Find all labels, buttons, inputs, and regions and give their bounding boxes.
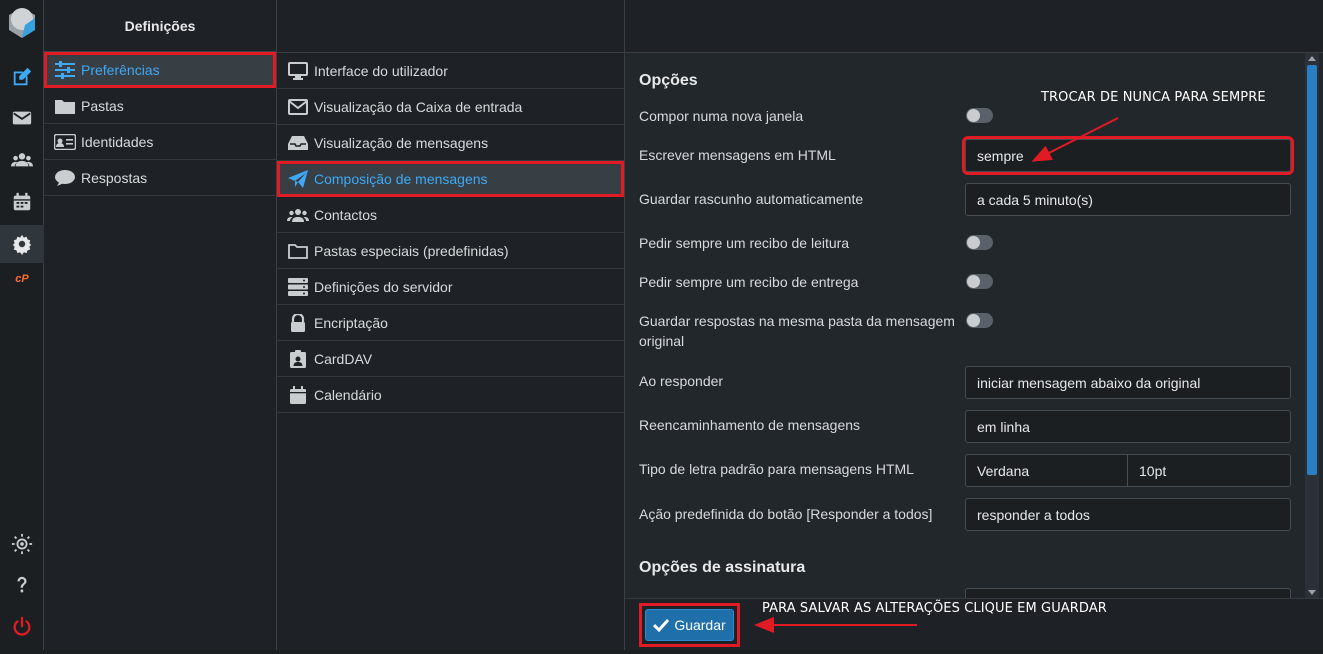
chat-bubble-icon — [54, 167, 76, 189]
section-item-contacts[interactable]: Contactos — [277, 197, 624, 233]
cpanel-icon[interactable]: cP — [0, 260, 44, 298]
settings-item-identities[interactable]: Identidades — [44, 124, 276, 160]
section-item-label: Encriptação — [314, 314, 388, 331]
address-card-icon — [287, 348, 309, 370]
envelope-icon — [287, 96, 309, 118]
section-item-special-folders[interactable]: Pastas especiais (predefinidas) — [277, 233, 624, 269]
section-item-label: Composição de mensagens — [314, 170, 488, 187]
preferences-form-panel: Opções Compor numa nova janela Escrever … — [625, 0, 1323, 654]
section-item-encryption[interactable]: Encriptação — [277, 305, 624, 341]
section-item-inbox-view[interactable]: Visualização da Caixa de entrada — [277, 89, 624, 125]
settings-item-label: Identidades — [81, 133, 154, 150]
section-item-label: Visualização da Caixa de entrada — [314, 98, 523, 115]
settings-app: cP Definições Preferências Pastas Identi… — [0, 0, 1323, 654]
section-item-label: CardDAV — [314, 350, 373, 367]
calendar-icon[interactable] — [0, 183, 44, 221]
section-item-interface[interactable]: Interface do utilizador — [277, 53, 624, 89]
annotation-arrows — [754, 117, 1119, 633]
section-item-label: Calendário — [314, 386, 382, 403]
settings-item-preferences[interactable]: Preferências — [44, 52, 276, 88]
settings-item-label: Pastas — [81, 97, 124, 114]
settings-gear-icon[interactable] — [0, 225, 44, 263]
section-item-message-view[interactable]: Visualização de mensagens — [277, 125, 624, 161]
section-item-label: Definições do servidor — [314, 278, 453, 295]
icon-rail: cP — [0, 0, 44, 654]
arrow-to-html-select — [1031, 117, 1119, 162]
monitor-icon — [287, 60, 309, 82]
section-item-calendar[interactable]: Calendário — [277, 377, 624, 413]
folder-icon — [54, 95, 76, 117]
panel-header — [277, 0, 624, 53]
settings-item-label: Preferências — [81, 61, 160, 78]
section-item-server-settings[interactable]: Definições do servidor — [277, 269, 624, 305]
compose-icon[interactable] — [0, 58, 44, 96]
paper-plane-icon — [287, 168, 309, 190]
panel-title: Definições — [44, 0, 276, 52]
users-icon — [287, 204, 309, 226]
settings-item-label: Respostas — [81, 169, 148, 186]
server-icon — [287, 276, 309, 298]
section-item-label: Pastas especiais (predefinidas) — [314, 242, 509, 259]
window-bottom-edge — [0, 650, 1323, 654]
contacts-icon[interactable] — [0, 141, 44, 179]
section-item-label: Visualização de mensagens — [314, 134, 489, 151]
section-item-label: Contactos — [314, 206, 378, 223]
id-card-icon — [54, 131, 76, 153]
theme-toggle-icon[interactable] — [0, 525, 44, 563]
help-icon[interactable] — [0, 566, 44, 604]
settings-item-responses[interactable]: Respostas — [44, 160, 276, 196]
section-item-message-composition[interactable]: Composição de mensagens — [277, 161, 624, 197]
preferences-sections-panel: Interface do utilizador Visualização da … — [277, 0, 625, 654]
sliders-icon — [54, 59, 76, 81]
folder-outline-icon — [287, 240, 309, 262]
cpanel-label: cP — [15, 273, 29, 285]
lock-icon — [287, 312, 309, 334]
logout-icon[interactable] — [0, 608, 44, 646]
inbox-tray-icon — [287, 132, 309, 154]
app-logo-icon[interactable] — [7, 6, 37, 40]
section-item-label: Interface do utilizador — [314, 62, 448, 79]
mail-icon[interactable] — [0, 99, 44, 137]
settings-list-panel: Definições Preferências Pastas Identidad… — [44, 0, 277, 654]
settings-item-folders[interactable]: Pastas — [44, 88, 276, 124]
section-item-carddav[interactable]: CardDAV — [277, 341, 624, 377]
calendar-icon — [287, 384, 309, 406]
